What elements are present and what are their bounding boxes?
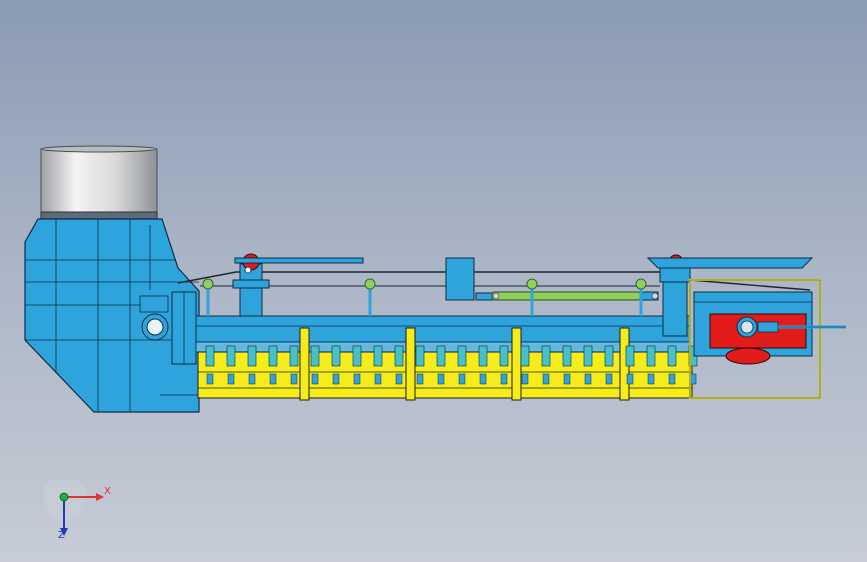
roller-bracket — [668, 373, 676, 385]
frame-stiffener — [511, 327, 522, 401]
idler-roller — [226, 345, 236, 367]
idler-roller — [415, 345, 425, 367]
roller-bracket — [521, 373, 529, 385]
nozzle-head — [364, 278, 376, 290]
frame-stiffener — [299, 327, 310, 401]
idler-roller — [247, 345, 257, 367]
roller-bracket — [500, 373, 508, 385]
nozzle-head — [526, 278, 538, 290]
idler-roller — [394, 345, 404, 367]
cad-viewport[interactable]: X Z — [0, 0, 867, 562]
idler-roller — [625, 345, 635, 367]
axis-triad[interactable]: X Z — [42, 475, 114, 546]
hopper-housing[interactable] — [24, 218, 200, 413]
idler-roller — [436, 345, 446, 367]
roller-bracket — [605, 373, 613, 385]
roller-bracket — [437, 373, 445, 385]
idler-roller — [205, 345, 215, 367]
idler-roller — [541, 345, 551, 367]
drive-unit[interactable] — [689, 279, 846, 399]
roller-bracket — [395, 373, 403, 385]
conveyor-model-view[interactable] — [0, 0, 867, 562]
roller-bracket — [227, 373, 235, 385]
idler-roller — [499, 345, 509, 367]
roller-bracket — [479, 373, 487, 385]
idler-roller — [457, 345, 467, 367]
roller-bracket — [206, 373, 214, 385]
idler-roller — [667, 345, 677, 367]
roller-bracket — [647, 373, 655, 385]
roller-bracket — [290, 373, 298, 385]
idler-roller — [373, 345, 383, 367]
hydraulic-cylinder[interactable] — [475, 291, 659, 301]
idler-roller — [310, 345, 320, 367]
idler-roller — [268, 345, 278, 367]
left-support-post[interactable] — [232, 253, 364, 317]
roller-bracket — [542, 373, 550, 385]
roller-bracket — [563, 373, 571, 385]
roller-bracket — [626, 373, 634, 385]
roller-bracket — [458, 373, 466, 385]
idler-roller — [289, 345, 299, 367]
idler-roller — [646, 345, 656, 367]
roller-bracket — [353, 373, 361, 385]
roller-bracket — [311, 373, 319, 385]
roller-bracket — [374, 373, 382, 385]
roller-bracket — [416, 373, 424, 385]
x-axis-label: X — [104, 486, 111, 497]
nozzle-head — [202, 278, 214, 290]
control-box[interactable] — [445, 257, 475, 301]
inlet-cylinder[interactable] — [40, 145, 158, 220]
idler-roller — [583, 345, 593, 367]
roller-bracket — [584, 373, 592, 385]
idler-roller — [331, 345, 341, 367]
roller-bracket — [332, 373, 340, 385]
roller-bracket — [269, 373, 277, 385]
roller-bracket — [248, 373, 256, 385]
nozzle-head — [635, 278, 647, 290]
idler-roller — [604, 345, 614, 367]
idler-roller — [478, 345, 488, 367]
z-axis-label: Z — [58, 530, 65, 541]
idler-roller — [562, 345, 572, 367]
idler-roller — [352, 345, 362, 367]
idler-roller — [520, 345, 530, 367]
frame-stiffener — [405, 327, 416, 401]
